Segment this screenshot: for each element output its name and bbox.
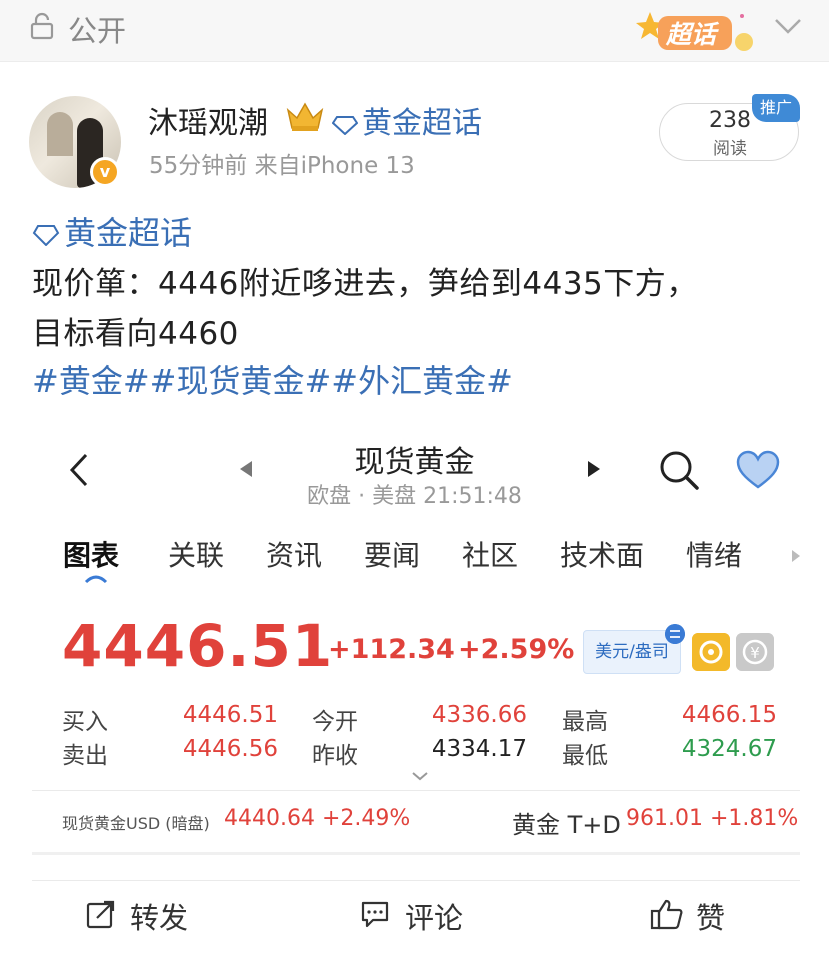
like-icon[interactable] [650,897,684,931]
repost-button[interactable]: 转发 [130,895,188,937]
supertopic-link[interactable]: 黄金超话 [332,98,482,142]
open-label: 今开 [312,709,358,735]
repost-icon[interactable] [86,899,116,929]
post-text-line-2: 目标看向4460 [32,316,239,352]
post-meta: 55分钟前 来自iPhone 13 [149,153,415,179]
tab-sentiment[interactable]: 情绪 [686,534,742,574]
username[interactable]: 沐瑶观潮 [148,98,268,142]
promo-badge: 推广 [752,94,800,122]
prev-close-value: 4334.17 [431,736,527,762]
related-instrument-1-label[interactable]: 现货黄金USD (暗盘) [62,810,210,834]
instrument-subtitle: 欧盘 · 美盘 21:51:48 [307,484,522,509]
low-value: 4324.67 [681,736,777,762]
currency-icon[interactable]: ¥ [736,633,774,671]
top-bar: 公开 超话 [0,0,829,62]
tab-bar: 图表 关联 资讯 要闻 社区 技术面 情绪 [0,534,829,584]
hashtags[interactable]: #黄金##现货黄金##外汇黄金# [32,356,513,402]
buy-label: 买入 [62,709,108,735]
expand-icon[interactable] [410,770,430,782]
tab-scroll-right-icon[interactable] [790,548,802,564]
comment-button[interactable]: 评论 [405,895,463,937]
swap-icon [665,624,685,644]
related-instrument-2-value: 961.01 +1.81% [626,806,799,831]
next-instrument-icon[interactable] [586,459,602,479]
svg-text:¥: ¥ [750,644,760,662]
heart-icon[interactable] [736,450,780,490]
search-icon[interactable] [658,449,700,491]
verified-icon: v [90,157,120,187]
price-change-percent: +2.59% [458,634,575,665]
post-text-line-1: 现价箪：4446附近哆进去，笋给到4435下方， [32,266,698,302]
body-supertopic-label: 黄金超话 [64,214,193,252]
supertopic-badge-text: 超话 [666,20,717,49]
sell-label: 卖出 [62,743,108,769]
like-button[interactable]: 赞 [696,895,725,937]
tab-chart[interactable]: 图表 [63,534,119,574]
prev-close-label: 昨收 [312,743,358,769]
tab-headlines[interactable]: 要闻 [364,534,420,574]
related-instrument-1-value: 4440.64 +2.49% [224,806,411,831]
high-label: 最高 [562,709,608,735]
diamond-icon [332,115,358,135]
alert-clock-icon[interactable] [692,633,730,671]
high-value: 4466.15 [681,702,777,728]
crown-icon [286,102,324,131]
card-bottom-border [32,852,800,855]
divider [32,880,800,881]
open-value: 4336.66 [431,702,527,728]
divider [32,790,800,791]
active-tab-indicator [84,575,108,584]
sell-value: 4446.56 [182,736,278,762]
low-label: 最低 [562,743,608,769]
diamond-icon [32,225,60,246]
chevron-down-icon[interactable] [770,12,806,40]
tab-related[interactable]: 关联 [168,534,224,574]
visibility-label[interactable]: 公开 [68,8,126,50]
tab-news[interactable]: 资讯 [266,534,322,574]
current-price: 4446.51 [62,612,334,680]
instrument-title: 现货黄金 [354,445,475,480]
price-change: +112.34 [328,634,455,665]
related-instrument-2-label[interactable]: 黄金 T+D [512,805,621,840]
comment-icon[interactable] [360,899,390,929]
read-label: 阅读 [713,139,747,159]
tab-community[interactable]: 社区 [462,534,518,574]
lock-icon [30,12,54,40]
supertopic-link-label: 黄金超话 [362,106,482,141]
buy-value: 4446.51 [182,702,278,728]
tab-technical[interactable]: 技术面 [560,534,644,574]
body-supertopic-link[interactable]: 黄金超话 [32,208,192,254]
